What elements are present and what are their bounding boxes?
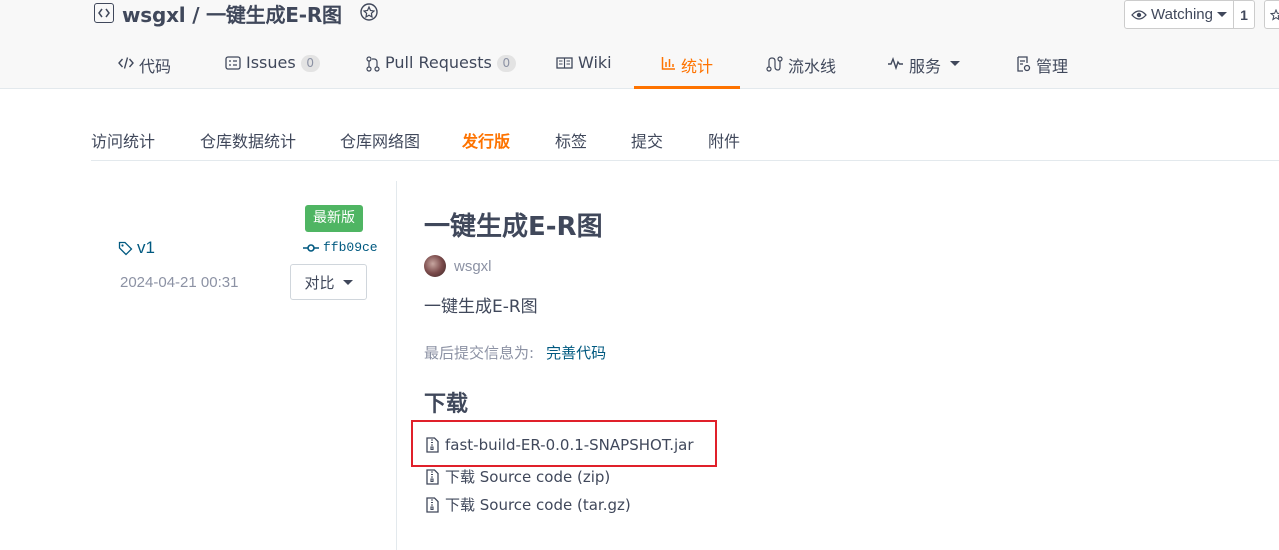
subtab-commits[interactable]: 提交 <box>631 128 663 152</box>
tab-pipeline-label: 流水线 <box>788 57 837 76</box>
last-commit-link[interactable]: 完善代码 <box>546 342 606 363</box>
repo-name-link[interactable]: wsgxl / 一键生成E-R图 <box>122 0 342 28</box>
avatar[interactable] <box>424 255 446 277</box>
subtab-repo-data-stats[interactable]: 仓库数据统计 <box>200 128 296 152</box>
file-archive-icon <box>426 468 439 485</box>
release-commit[interactable]: ffb09ce <box>303 240 378 255</box>
recommend-badge-icon <box>360 3 378 21</box>
book-icon <box>556 57 573 69</box>
issues-icon <box>225 56 241 70</box>
tab-issues[interactable]: Issues 0 <box>225 40 320 89</box>
release-tag[interactable]: v1 <box>118 238 155 258</box>
tab-manage-label: 管理 <box>1036 57 1069 76</box>
chevron-down-icon <box>342 279 353 285</box>
bar-chart-icon <box>661 57 675 70</box>
tab-manage[interactable]: 管理 <box>1016 40 1068 89</box>
compare-label: 对比 <box>304 273 335 292</box>
chevron-down-icon <box>1216 12 1227 17</box>
repo-header: wsgxl / 一键生成E-R图 Watching 1 代码 Issues 0 … <box>0 0 1279 89</box>
subtab-releases[interactable]: 发行版 <box>462 128 510 152</box>
latest-release-badge: 最新版 <box>305 205 363 232</box>
column-divider <box>396 181 397 550</box>
release-date: 2024-04-21 00:31 <box>120 274 239 291</box>
subtab-attachments[interactable]: 附件 <box>708 128 740 152</box>
tab-wiki[interactable]: Wiki <box>556 40 612 89</box>
asset-source-zip-link[interactable]: 下载 Source code (zip) <box>426 466 610 487</box>
tab-statistics-label: 统计 <box>681 57 714 76</box>
subtab-network-graph[interactable]: 仓库网络图 <box>340 128 420 152</box>
tab-statistics[interactable]: 统计 <box>633 40 741 89</box>
release-description: 一键生成E-R图 <box>424 297 538 317</box>
subtab-visit-stats[interactable]: 访问统计 <box>91 128 155 152</box>
commit-sha: ffb09ce <box>323 240 378 255</box>
download-heading: 下载 <box>424 392 469 417</box>
file-archive-icon <box>426 496 439 513</box>
commit-icon <box>303 243 319 252</box>
release-title[interactable]: 一键生成E-R图 <box>424 206 603 243</box>
star-icon <box>1270 8 1279 21</box>
asset-source-targz-label: 下载 Source code (tar.gz) <box>445 496 631 514</box>
statistics-subtabs: 访问统计 仓库数据统计 仓库网络图 发行版 标签 提交 附件 <box>91 116 1279 161</box>
repo-code-icon <box>94 3 114 23</box>
tag-icon <box>118 241 133 255</box>
compare-button[interactable]: 对比 <box>290 264 367 300</box>
last-commit-label: 最后提交信息为: <box>424 344 535 362</box>
tab-issues-label: Issues <box>246 53 296 72</box>
tag-name: v1 <box>137 238 155 257</box>
pull-request-icon <box>366 56 380 72</box>
eye-icon <box>1131 9 1147 20</box>
asset-source-zip-label: 下载 Source code (zip) <box>445 468 611 486</box>
watch-count[interactable]: 1 <box>1233 0 1255 29</box>
tab-wiki-label: Wiki <box>578 53 612 72</box>
tab-pull-requests[interactable]: Pull Requests 0 <box>366 40 516 89</box>
last-commit-info: 最后提交信息为: 完善代码 <box>424 342 606 363</box>
repo-tabs: 代码 Issues 0 Pull Requests 0 Wiki 统计 流水线 … <box>0 40 1279 89</box>
tab-services[interactable]: 服务 <box>887 40 961 89</box>
settings-doc-icon <box>1017 56 1031 72</box>
tab-code-label: 代码 <box>139 57 172 76</box>
asset-source-targz-link[interactable]: 下载 Source code (tar.gz) <box>426 494 631 515</box>
watch-button[interactable]: Watching <box>1124 0 1234 29</box>
pulse-icon <box>888 56 903 70</box>
annotation-highlight-box <box>411 420 717 467</box>
author-name[interactable]: wsgxl <box>454 258 492 275</box>
watch-label: Watching <box>1151 6 1213 23</box>
watch-group: Watching 1 <box>1124 0 1255 29</box>
tab-code[interactable]: 代码 <box>118 40 171 89</box>
pull-requests-count-badge: 0 <box>496 55 516 72</box>
chevron-down-icon <box>950 61 961 66</box>
repo-title: wsgxl / 一键生成E-R图 <box>94 0 380 28</box>
code-icon <box>118 57 134 69</box>
tab-pipeline[interactable]: 流水线 <box>766 40 836 89</box>
pipeline-icon <box>766 56 783 72</box>
release-author: wsgxl <box>424 255 492 277</box>
issues-count-badge: 0 <box>300 55 320 72</box>
subtab-tags[interactable]: 标签 <box>555 128 587 152</box>
star-button[interactable] <box>1264 0 1279 29</box>
tab-services-label: 服务 <box>909 57 942 76</box>
tab-pull-requests-label: Pull Requests <box>385 53 492 72</box>
